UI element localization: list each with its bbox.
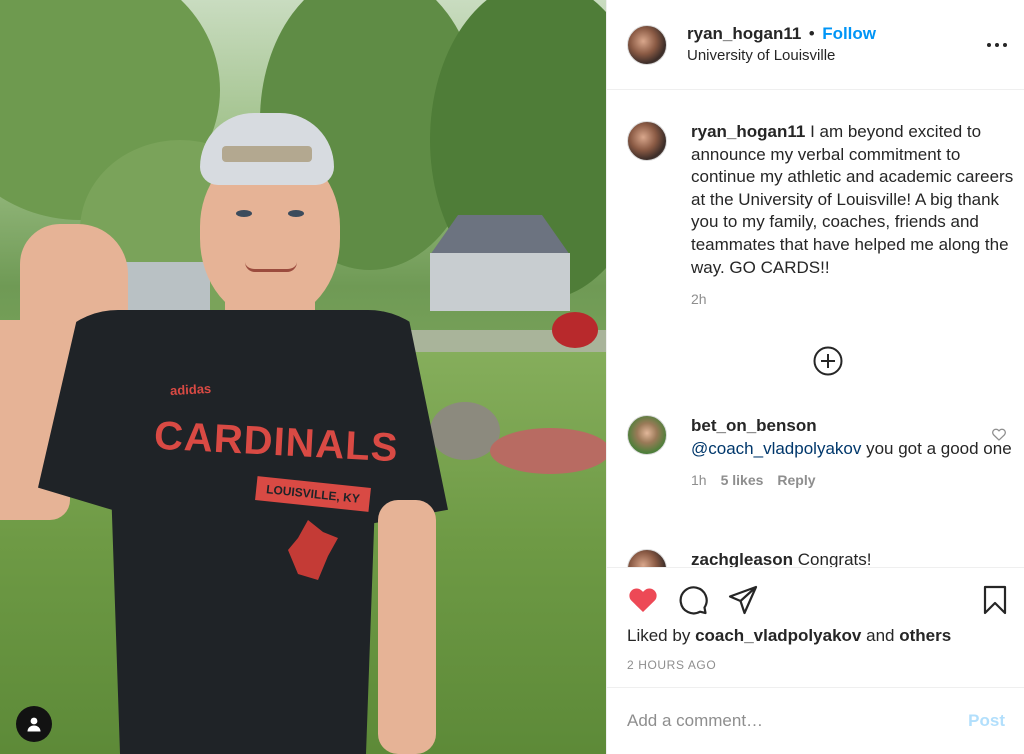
- follow-button[interactable]: Follow: [822, 24, 876, 43]
- commenter-username[interactable]: zachgleason: [691, 550, 793, 567]
- comment-likes[interactable]: 5 likes: [721, 472, 764, 488]
- caption-time[interactable]: 2h: [691, 291, 707, 307]
- comments-section[interactable]: ryan_hogan11 I am beyond excited to anno…: [607, 91, 1024, 567]
- comment-mention[interactable]: @coach_vladpolyakov: [691, 439, 861, 458]
- caption: ryan_hogan11 I am beyond excited to anno…: [627, 121, 1017, 307]
- more-icon[interactable]: [987, 37, 1007, 53]
- comment-item: bet_on_benson @coach_vladpolyakov you go…: [627, 415, 1017, 488]
- heart-icon[interactable]: [627, 584, 659, 616]
- eye: [236, 210, 252, 217]
- owner-avatar[interactable]: [627, 24, 667, 65]
- flower-bush: [490, 428, 606, 474]
- post-timestamp[interactable]: 2 HOURS AGO: [627, 658, 716, 672]
- face-smile: [245, 262, 297, 272]
- post-photo[interactable]: adidas CARDINALS LOUISVILLE, KY: [0, 0, 606, 754]
- plus-circle-icon[interactable]: [813, 346, 843, 376]
- cap-strap: [222, 146, 312, 162]
- commenter-username[interactable]: bet_on_benson: [691, 416, 817, 435]
- reply-button[interactable]: Reply: [777, 472, 815, 488]
- liked-by-user[interactable]: coach_vladpolyakov: [695, 626, 861, 645]
- comment-heart-icon[interactable]: [991, 427, 1007, 441]
- caption-avatar[interactable]: [627, 121, 667, 161]
- comment-time[interactable]: 1h: [691, 472, 707, 488]
- post-details-panel: ryan_hogan11 • Follow University of Loui…: [606, 0, 1024, 754]
- caption-username[interactable]: ryan_hogan11: [691, 122, 805, 141]
- shirt-brand: adidas: [169, 380, 212, 399]
- post-actions: Liked by coach_vladpolyakov and others 2…: [607, 567, 1024, 687]
- eye: [288, 210, 304, 217]
- comment-input[interactable]: [627, 711, 969, 731]
- post-button[interactable]: Post: [968, 711, 1005, 731]
- owner-username[interactable]: ryan_hogan11: [687, 24, 801, 43]
- flower-bush: [552, 312, 598, 348]
- user-icon: [27, 717, 41, 732]
- bookmark-icon[interactable]: [979, 584, 1011, 616]
- post-header: ryan_hogan11 • Follow University of Loui…: [607, 0, 1024, 90]
- arm: [378, 500, 436, 754]
- house: [430, 253, 570, 311]
- likes-summary: Liked by coach_vladpolyakov and others: [627, 626, 951, 646]
- comment-item: zachgleason Congrats!: [627, 549, 1017, 567]
- comment-text: you got a good one: [866, 438, 1012, 458]
- caption-text: I am beyond excited to announce my verba…: [691, 122, 1014, 277]
- likes-joiner: and: [866, 626, 895, 645]
- commenter-avatar[interactable]: [627, 415, 667, 455]
- add-comment-bar: Post: [607, 687, 1024, 754]
- comment-text: Congrats!: [797, 550, 872, 567]
- post-location[interactable]: University of Louisville: [687, 46, 876, 66]
- house: [120, 262, 210, 310]
- commenter-avatar[interactable]: [627, 549, 667, 567]
- share-icon[interactable]: [727, 584, 759, 616]
- liked-by-others[interactable]: others: [899, 626, 951, 645]
- likes-prefix: Liked by: [627, 626, 691, 645]
- comment-icon[interactable]: [677, 584, 709, 616]
- user-tag-button[interactable]: [16, 706, 52, 742]
- owner-info: ryan_hogan11 • Follow University of Loui…: [687, 23, 876, 66]
- separator-dot: •: [808, 23, 815, 43]
